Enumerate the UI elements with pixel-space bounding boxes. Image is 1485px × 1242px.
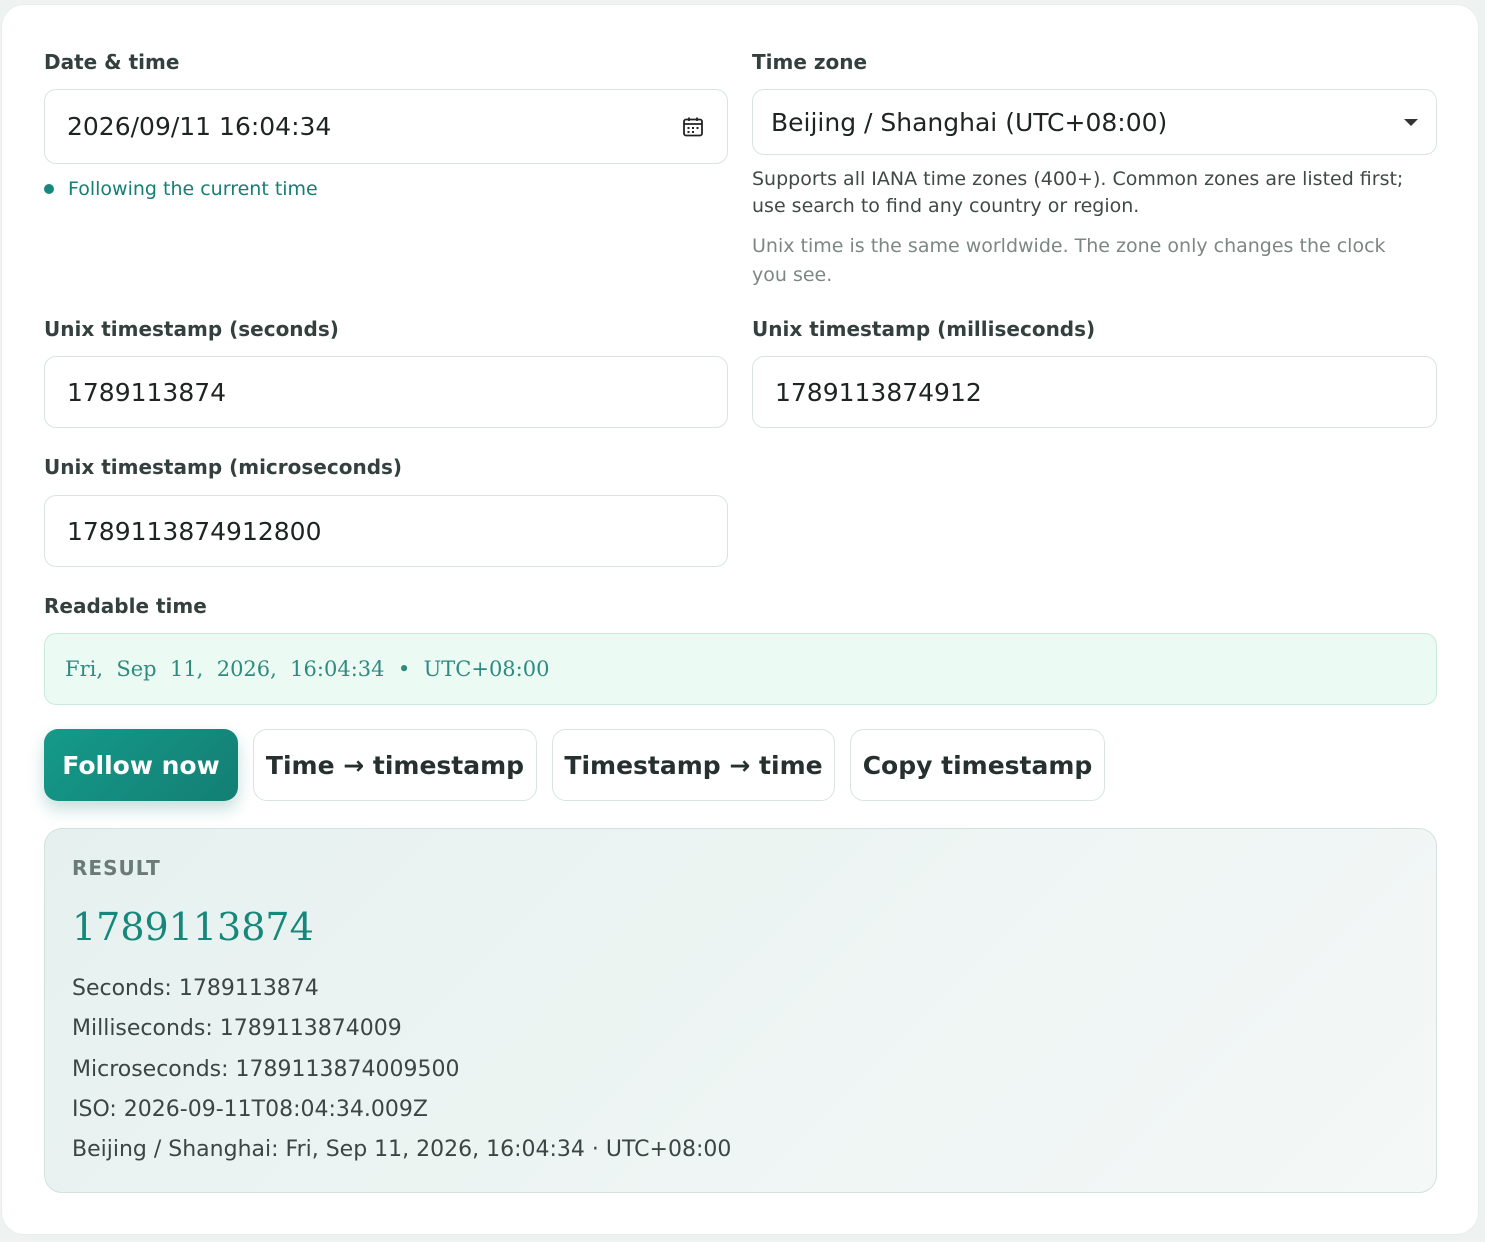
- chevron-down-icon: [1404, 118, 1418, 126]
- unix-seconds-label: Unix timestamp (seconds): [44, 317, 339, 341]
- timezone-select[interactable]: Beijing / Shanghai (UTC+08:00): [752, 89, 1437, 155]
- follow-status: Following the current time: [44, 178, 318, 200]
- follow-now-button[interactable]: Follow now: [44, 729, 238, 801]
- time-to-timestamp-button[interactable]: Time → timestamp: [253, 729, 537, 801]
- calendar-icon[interactable]: [681, 115, 705, 139]
- unix-milliseconds-value: 1789113874912: [775, 377, 982, 407]
- result-milliseconds: Milliseconds: 1789113874009: [72, 1016, 402, 1041]
- status-dot-icon: [44, 184, 54, 194]
- unix-microseconds-value: 1789113874912800: [67, 516, 322, 546]
- datetime-label: Date & time: [44, 50, 180, 74]
- unix-milliseconds-input[interactable]: 1789113874912: [752, 356, 1437, 428]
- result-seconds: Seconds: 1789113874: [72, 976, 319, 1001]
- timezone-selected: Beijing / Shanghai (UTC+08:00): [771, 107, 1168, 137]
- unix-microseconds-label: Unix timestamp (microseconds): [44, 455, 403, 479]
- timezone-note: Unix time is the same worldwide. The zon…: [752, 235, 1386, 286]
- readable-time-display: Fri, Sep 11, 2026, 16:04:34 • UTC+08:00: [44, 633, 1437, 705]
- unix-milliseconds-label: Unix timestamp (milliseconds): [752, 317, 1096, 341]
- unix-seconds-value: 1789113874: [67, 377, 227, 407]
- result-primary: 1789113874: [72, 905, 314, 949]
- datetime-input[interactable]: 2026/09/11 16:04:34: [44, 89, 728, 164]
- unix-seconds-input[interactable]: 1789113874: [44, 356, 728, 428]
- result-microseconds: Microseconds: 1789113874009500: [72, 1057, 460, 1082]
- copy-timestamp-button[interactable]: Copy timestamp: [850, 729, 1105, 801]
- follow-status-text: Following the current time: [68, 178, 318, 200]
- timezone-hint: Supports all IANA time zones (400+). Com…: [752, 168, 1404, 217]
- result-iso: ISO: 2026-09-11T08:04:34.009Z: [72, 1097, 428, 1122]
- result-title: RESULT: [72, 856, 161, 880]
- datetime-value: 2026/09/11 16:04:34: [67, 112, 332, 141]
- timezone-label: Time zone: [752, 50, 868, 74]
- timestamp-to-time-button[interactable]: Timestamp → time: [552, 729, 835, 801]
- result-local-time: Beijing / Shanghai: Fri, Sep 11, 2026, 1…: [72, 1137, 732, 1162]
- unix-microseconds-input[interactable]: 1789113874912800: [44, 495, 728, 567]
- readable-time-label: Readable time: [44, 594, 207, 618]
